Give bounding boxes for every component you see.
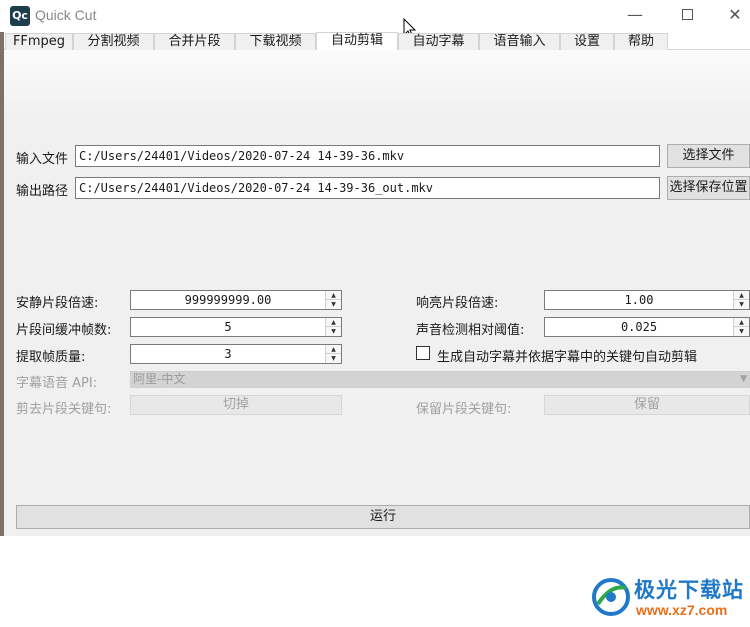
loud-speed-label: 响亮片段倍速: <box>416 296 499 311</box>
loud-speed-arrows: ▲ ▼ <box>733 291 749 309</box>
buffer-frames-arrows: ▲ ▼ <box>325 318 341 336</box>
tab-split-video[interactable]: 分割视频 <box>73 33 154 50</box>
tab-download-video[interactable]: 下载视频 <box>235 33 316 50</box>
panel-header-area <box>4 50 750 120</box>
spin-down-icon[interactable]: ▼ <box>734 327 749 336</box>
maximize-button[interactable] <box>664 0 710 32</box>
run-button[interactable]: 运行 <box>16 505 750 529</box>
keep-keyword-label: 保留片段关键句: <box>416 402 512 417</box>
buffer-frames-spinbox[interactable]: 5 ▲ ▼ <box>130 317 342 337</box>
maximize-icon <box>681 8 693 20</box>
cut-keyword-label: 剪去片段关键句: <box>16 402 112 417</box>
spin-up-icon[interactable]: ▲ <box>326 318 341 327</box>
input-file-field[interactable]: C:/Users/24401/Videos/2020-07-24 14-39-3… <box>75 145 660 167</box>
tab-help[interactable]: 帮助 <box>614 33 668 50</box>
tab-voice-input[interactable]: 语音输入 <box>479 33 560 50</box>
output-path-field[interactable]: C:/Users/24401/Videos/2020-07-24 14-39-3… <box>75 177 660 199</box>
watermark-url: www.xz7.com <box>636 602 728 618</box>
chevron-down-icon: ▼ <box>740 374 747 384</box>
frame-quality-spinbox[interactable]: 3 ▲ ▼ <box>130 344 342 364</box>
buffer-frames-value: 5 <box>224 320 232 334</box>
tab-merge-clips[interactable]: 合并片段 <box>154 33 235 50</box>
keep-keyword-field[interactable]: 保留 <box>544 395 750 415</box>
tab-auto-subtitle[interactable]: 自动字幕 <box>398 33 479 50</box>
choose-save-location-button[interactable]: 选择保存位置 <box>667 176 750 200</box>
choose-file-button[interactable]: 选择文件 <box>667 144 750 168</box>
tab-bar: FFmpeg 分割视频 合并片段 下载视频 自动剪辑 自动字幕 语音输入 设置 … <box>4 32 750 51</box>
speech-api-value: 阿里-中文 <box>133 372 186 386</box>
tab-settings[interactable]: 设置 <box>560 33 614 50</box>
minimize-button[interactable]: — <box>612 0 658 32</box>
subtitle-cut-checkbox[interactable] <box>416 346 430 360</box>
loud-speed-spinbox[interactable]: 1.00 ▲ ▼ <box>544 290 750 310</box>
window-title: Quick Cut <box>35 7 97 23</box>
spin-down-icon[interactable]: ▼ <box>326 300 341 309</box>
silent-speed-spinbox[interactable]: 999999999.00 ▲ ▼ <box>130 290 342 310</box>
speech-api-label: 字幕语音 API: <box>16 376 98 391</box>
threshold-value: 0.025 <box>620 320 658 334</box>
frame-quality-arrows: ▲ ▼ <box>325 345 341 363</box>
cut-keyword-field[interactable]: 切掉 <box>130 395 342 415</box>
spin-down-icon[interactable]: ▼ <box>734 300 749 309</box>
speech-api-select[interactable]: 阿里-中文 ▼ <box>130 371 750 388</box>
close-button[interactable]: ✕ <box>712 0 750 32</box>
watermark: 极光下载站 www.xz7.com <box>590 574 750 624</box>
spin-down-icon[interactable]: ▼ <box>326 354 341 363</box>
loud-speed-value: 1.00 <box>624 293 654 307</box>
frame-quality-value: 3 <box>224 347 232 361</box>
spin-down-icon[interactable]: ▼ <box>326 327 341 336</box>
threshold-arrows: ▲ ▼ <box>733 318 749 336</box>
silent-speed-value: 999999999.00 <box>184 293 272 307</box>
app-icon: Qc <box>10 6 30 26</box>
input-file-label: 输入文件 <box>16 152 69 167</box>
silent-speed-label: 安静片段倍速: <box>16 296 99 311</box>
spin-up-icon[interactable]: ▲ <box>734 318 749 327</box>
spin-up-icon[interactable]: ▲ <box>326 291 341 300</box>
spin-up-icon[interactable]: ▲ <box>326 345 341 354</box>
threshold-label: 声音检测相对阈值: <box>416 323 525 338</box>
frame-quality-label: 提取帧质量: <box>16 350 86 365</box>
title-bar: Qc Quick Cut — ✕ <box>0 0 750 32</box>
silent-speed-arrows: ▲ ▼ <box>325 291 341 309</box>
subtitle-cut-label: 生成自动字幕并依据字幕中的关键句自动剪辑 <box>437 350 698 365</box>
watermark-name: 极光下载站 <box>634 578 744 602</box>
watermark-logo-icon <box>592 578 630 616</box>
output-path-label: 输出路径 <box>16 184 69 199</box>
spin-up-icon[interactable]: ▲ <box>734 291 749 300</box>
buffer-frames-label: 片段间缓冲帧数: <box>16 323 112 338</box>
threshold-spinbox[interactable]: 0.025 ▲ ▼ <box>544 317 750 337</box>
tab-ffmpeg[interactable]: FFmpeg <box>5 33 73 50</box>
tab-auto-edit[interactable]: 自动剪辑 <box>316 32 398 51</box>
